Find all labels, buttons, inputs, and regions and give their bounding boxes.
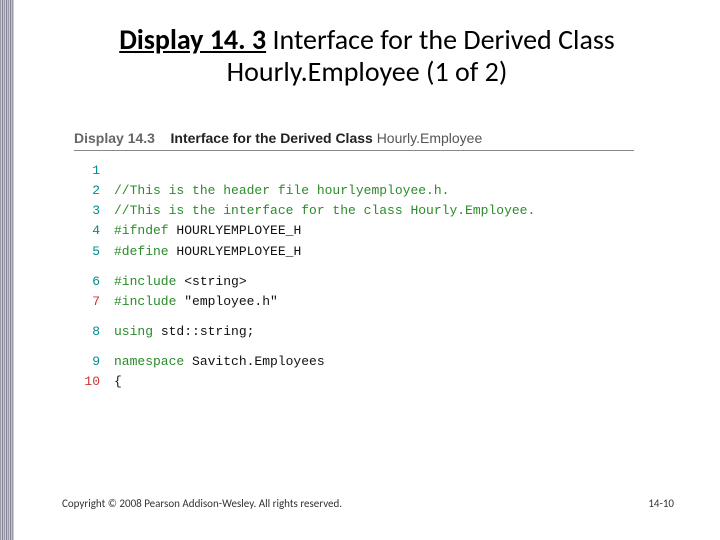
code-token: std::string; (161, 324, 255, 339)
line-number: 1 (74, 161, 100, 181)
code-token: { (114, 374, 122, 389)
code-token: #ifndef (114, 223, 176, 238)
display-header-number: Display 14.3 (74, 130, 155, 146)
code-content: #define HOURLYEMPLOYEE_H (114, 242, 301, 262)
code-gap (74, 262, 634, 272)
code-token: #define (114, 244, 176, 259)
code-token: #include (114, 274, 184, 289)
line-number: 5 (74, 242, 100, 262)
code-token: <string> (184, 274, 246, 289)
code-content: using std::string; (114, 322, 254, 342)
code-line: 3 //This is the interface for the class H… (74, 201, 634, 221)
code-token: //This is the header file hourlyemployee… (114, 183, 449, 198)
page-number: 14-10 (648, 497, 674, 510)
code-content: //This is the interface for the class Ho… (114, 201, 535, 221)
code-content: //This is the header file hourlyemployee… (114, 181, 449, 201)
left-decorative-bar (0, 0, 14, 540)
code-line: 2 //This is the header file hourlyemploye… (74, 181, 634, 201)
code-line: 5 #define HOURLYEMPLOYEE_H (74, 242, 634, 262)
title-display-label: Display 14. 3 (119, 22, 266, 57)
code-token: namespace (114, 354, 192, 369)
code-token: "employee.h" (184, 294, 278, 309)
code-line: 9 namespace Savitch.Employees (74, 352, 634, 372)
code-token: using (114, 324, 161, 339)
line-number: 7 (74, 292, 100, 312)
code-content: { (114, 372, 122, 392)
line-number: 4 (74, 221, 100, 241)
code-content: #include "employee.h" (114, 292, 278, 312)
code-line: 10 { (74, 372, 634, 392)
code-token: HOURLYEMPLOYEE_H (176, 223, 301, 238)
code-gap (74, 312, 634, 322)
code-line: 7 #include "employee.h" (74, 292, 634, 312)
code-line: 4 #ifndef HOURLYEMPLOYEE_H (74, 221, 634, 241)
copyright-footer: Copyright © 2008 Pearson Addison-Wesley.… (62, 497, 342, 510)
line-number: 2 (74, 181, 100, 201)
code-token: Savitch.Employees (192, 354, 325, 369)
line-number: 9 (74, 352, 100, 372)
code-line: 1 (74, 161, 634, 181)
code-token: #include (114, 294, 184, 309)
line-number: 10 (74, 372, 100, 392)
code-block: 12 //This is the header file hourlyemploy… (74, 161, 634, 392)
code-line: 6 #include <string> (74, 272, 634, 292)
display-header: Display 14.3 Interface for the Derived C… (74, 130, 634, 151)
line-number: 6 (74, 272, 100, 292)
display-header-classname: Hourly.Employee (377, 130, 483, 146)
display-header-title: Interface for the Derived Class (171, 130, 373, 146)
code-content: #include <string> (114, 272, 247, 292)
code-token: //This is the interface for the class Ho… (114, 203, 535, 218)
code-content: namespace Savitch.Employees (114, 352, 325, 372)
line-number: 3 (74, 201, 100, 221)
slide-title: Display 14. 3 Interface for the Derived … (44, 24, 690, 88)
slide: Display 14. 3 Interface for the Derived … (0, 0, 720, 540)
code-display-box: Display 14.3 Interface for the Derived C… (74, 130, 634, 392)
code-gap (74, 342, 634, 352)
line-number: 8 (74, 322, 100, 342)
code-line: 8 using std::string; (74, 322, 634, 342)
code-content: #ifndef HOURLYEMPLOYEE_H (114, 221, 301, 241)
code-token: HOURLYEMPLOYEE_H (176, 244, 301, 259)
title-rest: Interface for the Derived Class Hourly.E… (227, 22, 615, 89)
